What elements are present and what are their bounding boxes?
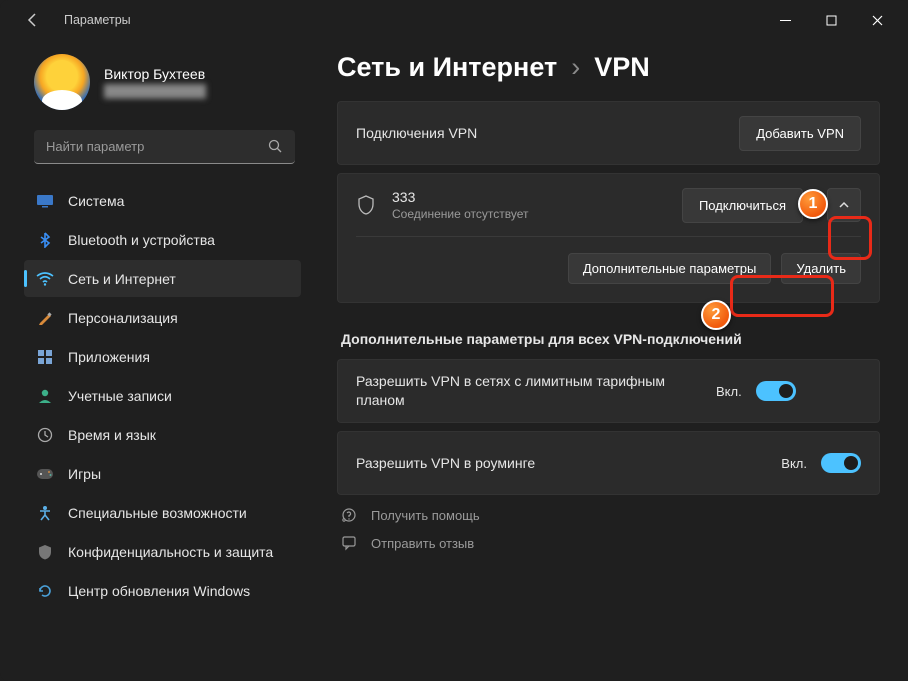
sidebar-item-label: Сеть и Интернет [68,271,176,287]
window-title: Параметры [64,13,131,27]
main-content: Сеть и Интернет › VPN Подключения VPN До… [315,40,908,681]
sidebar: Виктор Бухтеев ████████████ Система Bluet… [0,40,315,681]
metered-state: Вкл. [716,384,742,399]
network-icon [36,270,54,288]
sidebar-item-label: Приложения [68,349,150,365]
metered-toggle[interactable] [756,381,796,401]
sidebar-item-privacy[interactable]: Конфиденциальность и защита [24,533,301,570]
sidebar-item-system[interactable]: Система [24,182,301,219]
chevron-right-icon: › [571,52,580,83]
feedback-icon [341,535,357,551]
back-button[interactable] [18,5,48,35]
sidebar-item-label: Учетные записи [68,388,172,404]
advanced-section-title: Дополнительные параметры для всех VPN-по… [337,311,880,359]
sidebar-item-accessibility[interactable]: Специальные возможности [24,494,301,531]
breadcrumb-current: VPN [594,52,650,83]
feedback-label: Отправить отзыв [371,536,474,551]
maximize-button[interactable] [808,4,854,36]
minimize-button[interactable] [762,4,808,36]
sidebar-item-label: Конфиденциальность и защита [68,544,273,560]
sidebar-item-label: Персонализация [68,310,178,326]
accounts-icon [36,387,54,405]
add-vpn-button[interactable]: Добавить VPN [739,116,861,151]
metered-option-card: Разрешить VPN в сетях с лимитным тарифны… [337,359,880,423]
sidebar-item-label: Специальные возможности [68,505,247,521]
connect-button[interactable]: Подключиться [682,188,803,223]
breadcrumb-parent[interactable]: Сеть и Интернет [337,52,557,83]
vpn-status: Соединение отсутствует [392,207,666,221]
feedback-link[interactable]: Отправить отзыв [341,535,880,551]
roaming-state: Вкл. [781,456,807,471]
get-help-label: Получить помощь [371,508,480,523]
accessibility-icon [36,504,54,522]
search-box[interactable] [34,130,295,164]
gaming-icon [36,465,54,483]
sidebar-item-label: Игры [68,466,101,482]
sidebar-item-time[interactable]: Время и язык [24,416,301,453]
get-help-link[interactable]: Получить помощь [341,507,880,523]
close-button[interactable] [854,4,900,36]
sidebar-item-apps[interactable]: Приложения [24,338,301,375]
sidebar-item-network[interactable]: Сеть и Интернет [24,260,301,297]
user-name: Виктор Бухтеев [104,66,206,82]
badge-2: 2 [701,300,731,330]
bluetooth-icon [36,231,54,249]
help-icon [341,507,357,523]
vpn-connections-card: Подключения VPN Добавить VPN [337,101,880,165]
sidebar-item-update[interactable]: Центр обновления Windows [24,572,301,609]
privacy-icon [36,543,54,561]
apps-icon [36,348,54,366]
personalization-icon [36,309,54,327]
vpn-name: 333 [392,189,666,205]
sidebar-item-label: Центр обновления Windows [68,583,250,599]
sidebar-item-accounts[interactable]: Учетные записи [24,377,301,414]
system-icon [36,192,54,210]
user-email: ████████████ [104,84,206,98]
sidebar-item-label: Система [68,193,124,209]
metered-label: Разрешить VPN в сетях с лимитным тарифны… [356,372,716,410]
user-profile[interactable]: Виктор Бухтеев ████████████ [0,40,305,124]
sidebar-item-label: Время и язык [68,427,156,443]
sidebar-item-gaming[interactable]: Игры [24,455,301,492]
search-input[interactable] [46,139,268,154]
roaming-option-card: Разрешить VPN в роуминге Вкл. [337,431,880,495]
sidebar-item-bluetooth[interactable]: Bluetooth и устройства [24,221,301,258]
advanced-options-button[interactable]: Дополнительные параметры [568,253,772,284]
expand-button[interactable] [827,188,861,222]
update-icon [36,582,54,600]
search-icon [268,139,283,154]
roaming-label: Разрешить VPN в роуминге [356,455,781,471]
time-icon [36,426,54,444]
vpn-item-card: 333 Соединение отсутствует Подключиться … [337,173,880,303]
roaming-toggle[interactable] [821,453,861,473]
delete-button[interactable]: Удалить [781,253,861,284]
avatar [34,54,90,110]
breadcrumb: Сеть и Интернет › VPN [337,44,880,101]
vpn-connections-title: Подключения VPN [356,125,739,141]
sidebar-item-label: Bluetooth и устройства [68,232,215,248]
sidebar-item-personalization[interactable]: Персонализация [24,299,301,336]
shield-icon [356,194,376,216]
badge-1: 1 [798,189,828,219]
